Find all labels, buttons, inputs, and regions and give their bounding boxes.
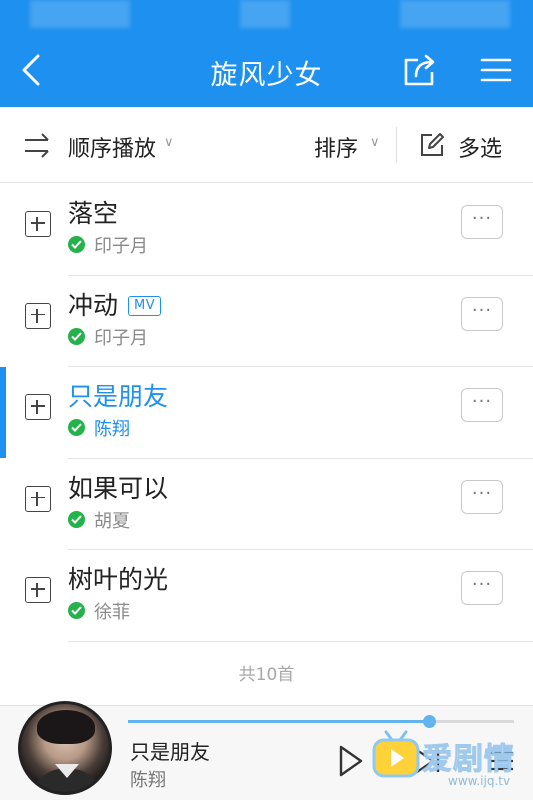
check-circle-icon <box>68 602 85 619</box>
song-list: 落空 印子月 ··· 冲动 MV 印子月 ··· 只是朋友 陈翔 ··· 如果可以… <box>0 184 533 642</box>
share-icon <box>404 54 435 86</box>
chevron-down-icon: ∨ <box>370 135 380 150</box>
divider <box>68 640 533 642</box>
song-row-playing[interactable]: 只是朋友 陈翔 ··· <box>0 367 533 459</box>
sort-selector[interactable]: 排序 <box>314 131 358 163</box>
tv-logo-icon <box>372 730 420 778</box>
watermark-text: 爱剧情 <box>422 742 515 778</box>
status-bar-blur <box>30 0 130 28</box>
add-icon[interactable] <box>25 211 51 237</box>
check-circle-icon <box>68 327 85 345</box>
add-icon[interactable] <box>25 485 51 512</box>
list-toolbar: 顺序播放 ∨ 排序 ∨ 多选 <box>0 107 533 183</box>
more-options-button[interactable]: ··· <box>461 205 503 239</box>
add-icon[interactable] <box>25 394 51 420</box>
hamburger-menu-icon <box>480 58 512 82</box>
song-artist: 印子月 <box>94 327 148 349</box>
more-options-button[interactable]: ··· <box>461 479 503 514</box>
more-options-button[interactable]: ··· <box>461 388 503 422</box>
share-button[interactable] <box>400 50 440 90</box>
song-artist: 徐菲 <box>94 602 130 623</box>
app-header: 旋风少女 <box>0 0 533 107</box>
song-artist: 印子月 <box>94 236 148 257</box>
song-title: 冲动 MV <box>68 286 162 322</box>
check-circle-icon <box>68 419 85 436</box>
status-bar-blur <box>400 0 510 28</box>
song-row[interactable]: 树叶的光 徐菲 ··· <box>0 550 533 642</box>
edit-icon[interactable] <box>418 131 446 159</box>
now-playing-title: 只是朋友 <box>130 740 210 764</box>
check-circle-icon <box>68 236 85 253</box>
more-options-button[interactable]: ··· <box>461 571 503 605</box>
page-title: 旋风少女 <box>210 60 323 91</box>
watermark: 爱剧情 www.ijq.tv <box>368 722 528 796</box>
add-icon[interactable] <box>25 577 51 603</box>
play-icon <box>339 745 363 777</box>
song-row[interactable]: 冲动 MV 印子月 ··· <box>0 276 533 367</box>
song-title: 落空 <box>68 199 119 228</box>
song-title: 只是朋友 <box>68 382 169 411</box>
song-row[interactable]: 如果可以 胡夏 ··· <box>0 459 533 550</box>
watermark-url: www.ijq.tv <box>448 774 511 788</box>
album-cover[interactable] <box>18 701 112 795</box>
chevron-down-icon: ∨ <box>164 135 174 150</box>
song-title: 如果可以 <box>68 473 169 503</box>
song-artist: 胡夏 <box>94 510 130 532</box>
add-icon[interactable] <box>25 302 51 329</box>
now-playing-artist: 陈翔 <box>130 770 166 791</box>
song-title: 树叶的光 <box>68 565 169 594</box>
play-mode-selector[interactable]: 顺序播放 <box>68 131 156 163</box>
divider <box>396 127 397 163</box>
status-bar-blur <box>240 0 290 28</box>
menu-button[interactable] <box>478 52 514 88</box>
check-circle-icon <box>68 510 85 528</box>
song-artist: 陈翔 <box>94 419 130 440</box>
sequential-play-icon[interactable] <box>22 131 52 159</box>
mv-badge[interactable]: MV <box>128 295 162 316</box>
song-row[interactable]: 落空 印子月 ··· <box>0 184 533 276</box>
now-playing-indicator <box>0 367 6 458</box>
song-count: 共10首 <box>238 665 295 685</box>
more-options-button[interactable]: ··· <box>461 296 503 331</box>
multi-select-button[interactable]: 多选 <box>458 131 502 163</box>
play-button[interactable] <box>338 744 364 778</box>
